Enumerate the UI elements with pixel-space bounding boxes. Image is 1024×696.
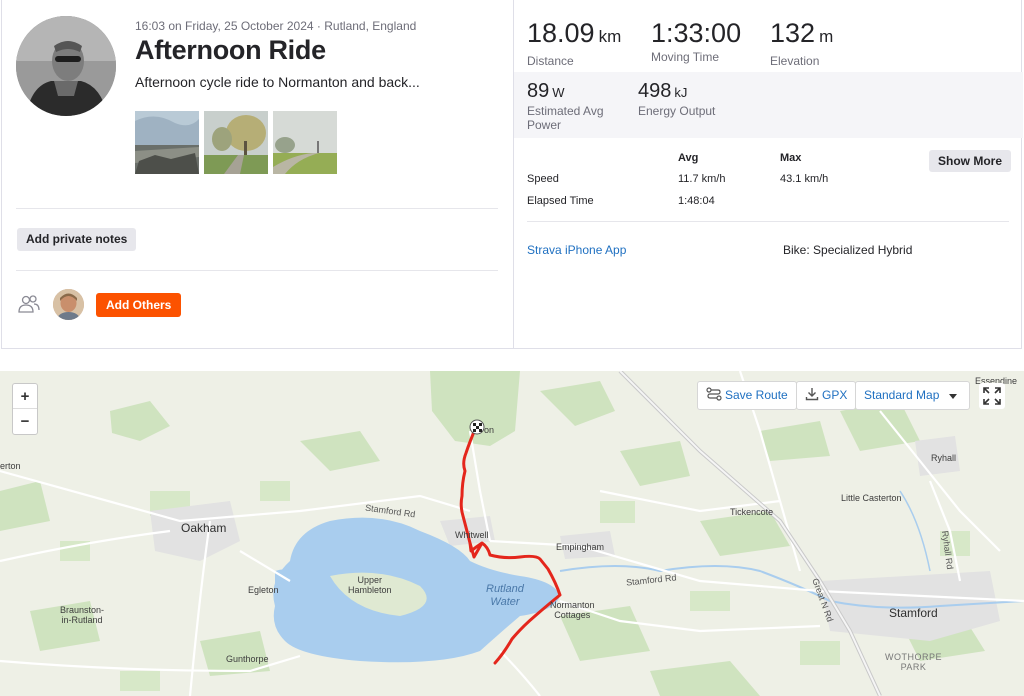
place-label-edge-west: erton bbox=[0, 461, 21, 471]
place-label-gunthorpe: Gunthorpe bbox=[226, 654, 269, 664]
section-divider bbox=[16, 208, 498, 209]
add-others-button[interactable]: Add Others bbox=[96, 293, 182, 317]
add-private-notes-button[interactable]: Add private notes bbox=[17, 228, 137, 251]
activity-photo-2[interactable] bbox=[204, 111, 268, 174]
place-label-whitwell: Whitwell bbox=[455, 530, 489, 540]
fullscreen-button[interactable] bbox=[979, 383, 1005, 409]
moving-time-stat: 1:33:00 Moving Time bbox=[651, 18, 741, 64]
elevation-unit: m bbox=[819, 27, 834, 46]
gpx-button[interactable]: GPX bbox=[796, 381, 857, 410]
zoom-control: + − bbox=[12, 383, 38, 435]
group-icon bbox=[17, 294, 41, 314]
place-label-normanton: Normanton Cottages bbox=[550, 600, 595, 620]
caret-down-icon bbox=[949, 394, 957, 399]
save-route-button[interactable]: Save Route bbox=[697, 381, 797, 410]
map-type-label: Standard Map bbox=[864, 388, 940, 402]
map-type-select[interactable]: Standard Map bbox=[855, 381, 970, 410]
athlete-avatar[interactable] bbox=[16, 16, 116, 116]
activity-title[interactable]: Afternoon Ride bbox=[135, 35, 326, 66]
device-link[interactable]: Strava iPhone App bbox=[527, 243, 626, 257]
route-icon bbox=[706, 384, 722, 401]
power-band: 89 W Estimated Avg Power 498 kJ Energy Out… bbox=[514, 72, 1023, 138]
moving-time-label: Moving Time bbox=[651, 50, 720, 64]
place-label-oakham: Oakham bbox=[181, 521, 227, 535]
elevation-value: 132 bbox=[770, 18, 816, 48]
power-label-2: Power bbox=[527, 118, 562, 132]
place-label-tickencote: Tickencote bbox=[730, 507, 774, 517]
energy-stat: 498 kJ Energy Output bbox=[638, 80, 715, 118]
place-label-little-casterton: Little Casterton bbox=[841, 493, 902, 503]
distance-label: Distance bbox=[527, 54, 574, 68]
elevation-stat: 132 m Elevation bbox=[770, 18, 833, 68]
activity-description: Afternoon cycle ride to Normanton and ba… bbox=[135, 74, 420, 90]
tagged-athlete-avatar[interactable] bbox=[53, 289, 84, 320]
activity-photo-3[interactable] bbox=[273, 111, 337, 174]
activity-card: 16:03 on Friday, 25 October 2024 · Rutla… bbox=[1, 0, 1023, 349]
map-canvas bbox=[0, 371, 1024, 696]
energy-unit: kJ bbox=[674, 85, 688, 100]
power-label: Estimated Avg bbox=[527, 104, 604, 118]
speed-max: 43.1 km/h bbox=[780, 173, 829, 185]
expand-icon bbox=[983, 387, 1001, 405]
place-label-upper-hambleton: Upper Hambleton bbox=[348, 575, 392, 595]
elevation-label: Elevation bbox=[770, 54, 820, 68]
show-more-button[interactable]: Show More bbox=[929, 150, 1012, 172]
power-stat: 89 W Estimated Avg Power bbox=[527, 80, 604, 132]
place-label-wothorpe: WOTHORPE PARK bbox=[885, 652, 942, 672]
place-label-start: on bbox=[484, 425, 495, 435]
elapsed-time-avg: 1:48:04 bbox=[678, 195, 715, 207]
download-icon bbox=[805, 384, 819, 401]
place-label-empingham: Empingham bbox=[556, 542, 605, 552]
distance-stat: 18.09 km Distance bbox=[527, 18, 621, 68]
activity-stats: 18.09 km Distance 1:33:00 Moving Time 132… bbox=[514, 0, 1023, 348]
water-label-rutland: Rutland Water bbox=[486, 583, 524, 608]
save-route-label: Save Route bbox=[725, 388, 788, 402]
route-map[interactable]: on Oakham Whitwell Empingham Tickencote … bbox=[0, 371, 1024, 696]
speed-avg: 11.7 km/h bbox=[678, 173, 726, 185]
power-unit: W bbox=[552, 85, 565, 100]
activity-summary: 16:03 on Friday, 25 October 2024 · Rutla… bbox=[2, 0, 514, 348]
place-label-braunston: Braunston- in-Rutland bbox=[60, 605, 105, 625]
elapsed-time-label: Elapsed Time bbox=[527, 195, 594, 207]
distance-value: 18.09 bbox=[527, 18, 595, 48]
activity-photo-1[interactable] bbox=[135, 111, 199, 174]
moving-time-value: 1:33:00 bbox=[651, 18, 742, 48]
power-value: 89 bbox=[527, 80, 550, 102]
avg-header: Avg bbox=[678, 152, 699, 164]
section-divider bbox=[527, 221, 1009, 222]
energy-label: Energy Output bbox=[638, 104, 716, 118]
max-header: Max bbox=[780, 152, 802, 164]
gpx-label: GPX bbox=[822, 388, 848, 402]
place-label-egleton: Egleton bbox=[248, 585, 279, 595]
place-label-ryhall: Ryhall bbox=[931, 453, 957, 463]
zoom-in-button[interactable]: + bbox=[13, 384, 37, 409]
activity-meta: 16:03 on Friday, 25 October 2024 · Rutla… bbox=[135, 19, 417, 33]
energy-value: 498 bbox=[638, 80, 672, 102]
bike-info: Bike: Specialized Hybrid bbox=[783, 243, 913, 257]
zoom-out-button[interactable]: − bbox=[13, 409, 37, 434]
place-label-stamford: Stamford bbox=[889, 606, 938, 620]
distance-unit: km bbox=[598, 27, 622, 46]
speed-label: Speed bbox=[527, 173, 559, 185]
section-divider bbox=[16, 270, 498, 271]
